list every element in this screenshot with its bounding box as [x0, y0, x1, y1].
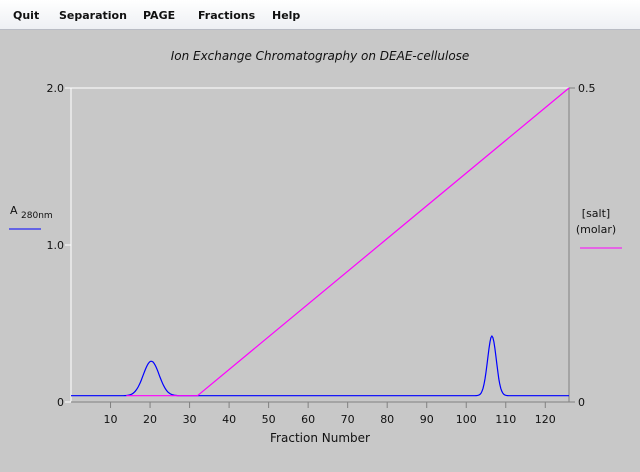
x-tick-label-110: 110 [495, 413, 516, 426]
left-tick-label-2: 2.0 [47, 82, 65, 95]
x-tick-label-120: 120 [535, 413, 556, 426]
menu-help[interactable]: Help [272, 9, 300, 22]
left-tick-label-1: 1.0 [47, 239, 65, 252]
x-tick-label-10: 10 [104, 413, 118, 426]
left-tick-label-0: 0 [57, 396, 64, 409]
left-axis-label-sub: 280nm [21, 211, 53, 221]
chromatography-chart: Ion Exchange Chromatography on DEAE-cell… [9, 49, 622, 445]
absorbance-line [71, 335, 569, 397]
x-tick-label-20: 20 [143, 413, 157, 426]
right-axis-label-line1: [salt] [582, 207, 610, 220]
right-tick-label-0: 0 [578, 396, 585, 409]
x-tick-label-100: 100 [456, 413, 477, 426]
x-tick-label-30: 30 [183, 413, 197, 426]
menu-fractions[interactable]: Fractions [198, 9, 255, 22]
x-tick-label-60: 60 [301, 413, 315, 426]
x-tick-label-40: 40 [222, 413, 236, 426]
x-axis-label: Fraction Number [270, 431, 370, 445]
chart-title: Ion Exchange Chromatography on DEAE-cell… [171, 49, 470, 63]
right-axis-label-line2: (molar) [576, 223, 616, 236]
menu-quit[interactable]: Quit [13, 9, 39, 22]
right-tick-label-1: 0.5 [578, 82, 596, 95]
menu-separation[interactable]: Separation [59, 9, 127, 22]
x-tick-label-70: 70 [341, 413, 355, 426]
x-tick-label-50: 50 [262, 413, 276, 426]
x-tick-label-90: 90 [420, 413, 434, 426]
menu-page[interactable]: PAGE [143, 9, 175, 22]
left-axis-label: A 280nm [10, 204, 53, 221]
menu-bar: Quit Separation PAGE Fractions Help [0, 0, 640, 30]
x-tick-label-80: 80 [380, 413, 394, 426]
salt-gradient-line [126, 87, 570, 397]
left-axis-label-main: A [10, 204, 18, 217]
